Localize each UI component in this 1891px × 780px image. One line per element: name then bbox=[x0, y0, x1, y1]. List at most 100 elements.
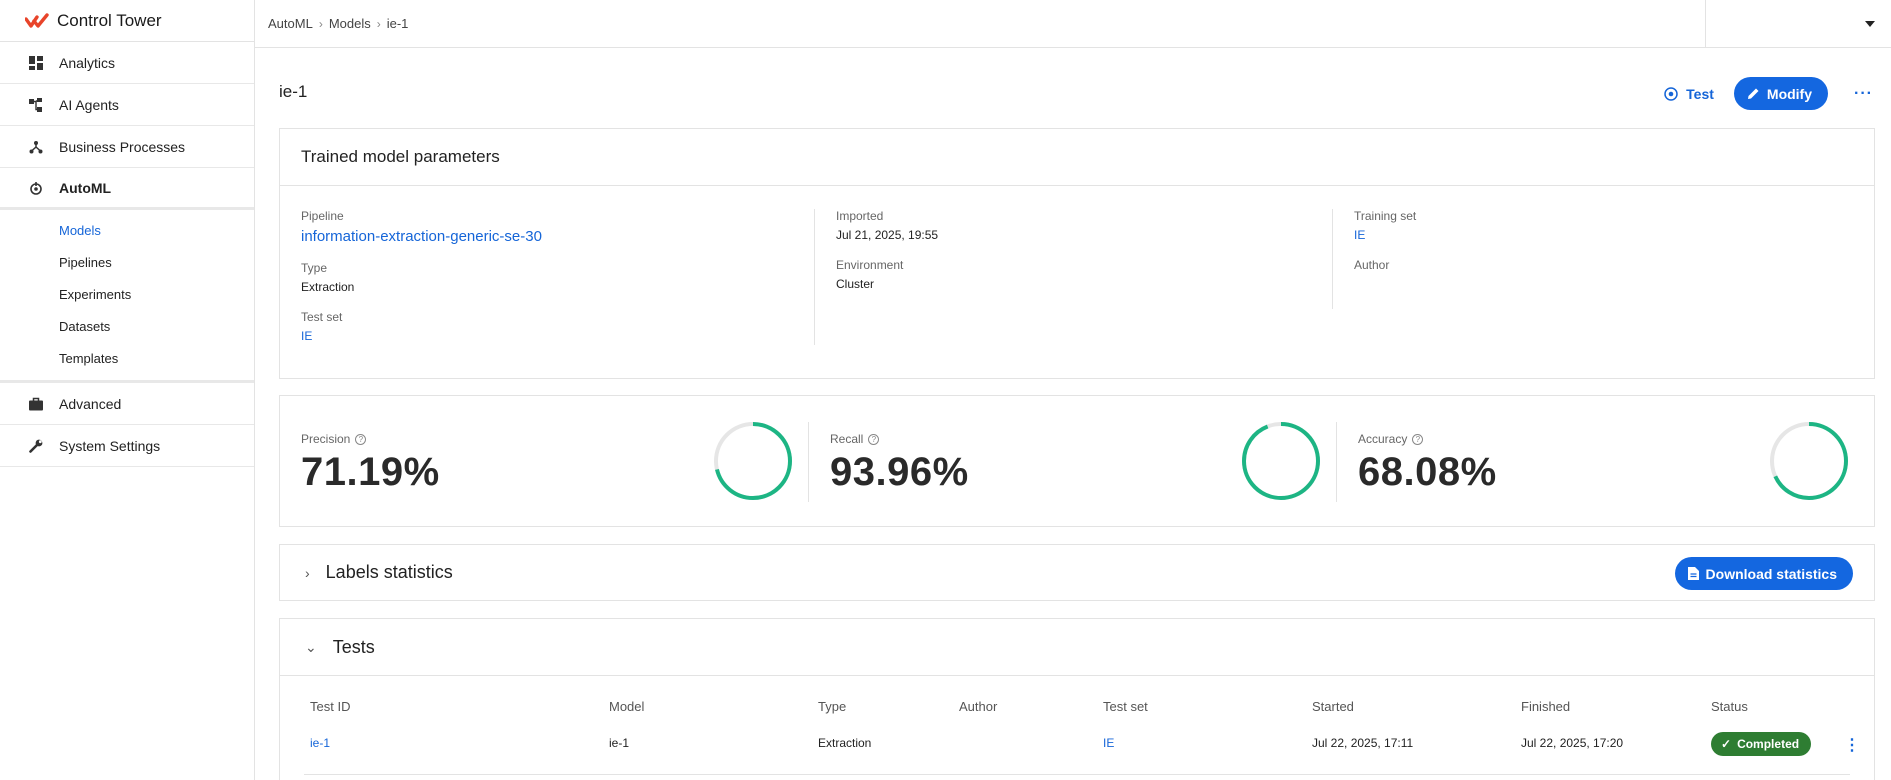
brand-name: Control Tower bbox=[57, 10, 162, 30]
subnav-item-models[interactable]: Models bbox=[0, 214, 254, 246]
play-circle-icon bbox=[1664, 86, 1678, 101]
test-set-link[interactable]: IE bbox=[1103, 736, 1114, 750]
imported-label: Imported bbox=[836, 209, 884, 223]
trainingset-label: Training set bbox=[1354, 209, 1417, 223]
pencil-icon bbox=[1747, 88, 1759, 99]
subnav-item-templates[interactable]: Templates bbox=[0, 342, 254, 374]
page-title: ie-1 bbox=[279, 82, 308, 101]
subnav-item-experiments[interactable]: Experiments bbox=[0, 278, 254, 310]
chevron-down-icon[interactable]: ⌄ bbox=[305, 639, 317, 656]
sidebar-item-label: System Settings bbox=[59, 437, 161, 454]
labels-statistics-title[interactable]: Labels statistics bbox=[326, 562, 453, 583]
pipeline-label: Pipeline bbox=[301, 209, 344, 223]
chevron-right-icon: › bbox=[376, 16, 381, 31]
sidebar-item-system-settings[interactable]: System Settings bbox=[0, 425, 254, 467]
testset-label: Test set bbox=[301, 310, 343, 324]
check-icon: ✓ bbox=[1721, 737, 1732, 751]
process-icon bbox=[28, 139, 44, 155]
sidebar-item-ai-agents[interactable]: AI Agents bbox=[0, 84, 254, 126]
sidebar-item-advanced[interactable]: Advanced bbox=[0, 383, 254, 425]
params-column-3: Training set IE Author bbox=[1333, 209, 1416, 345]
accuracy-metric: Accuracy? 68.08% bbox=[1336, 422, 1864, 502]
test-id-link[interactable]: ie-1 bbox=[310, 736, 330, 750]
card-title: Trained model parameters bbox=[280, 129, 1874, 186]
column-header[interactable]: Author bbox=[959, 699, 997, 714]
sidebar-item-label: Analytics bbox=[59, 54, 116, 71]
status-badge: ✓ Completed bbox=[1711, 732, 1812, 756]
recall-metric: Recall? 93.96% bbox=[808, 422, 1336, 502]
modify-button-label: Modify bbox=[1766, 85, 1813, 102]
params-column-2: Imported Jul 21, 2025, 19:55 Environment… bbox=[815, 209, 1333, 309]
table-row[interactable]: ie-1 ie-1 Extraction IE Jul 22, 2025, 17… bbox=[280, 732, 1874, 756]
account-dropdown[interactable] bbox=[1705, 0, 1891, 48]
trained-model-parameters-card: Trained model parameters Pipeline inform… bbox=[279, 128, 1875, 379]
automl-icon bbox=[28, 180, 44, 196]
recall-ring bbox=[1242, 422, 1320, 500]
sidebar-item-label: AutoML bbox=[59, 179, 112, 196]
row-menu-button[interactable]: ⋮ bbox=[1844, 735, 1860, 755]
download-statistics-label: Download statistics bbox=[1705, 565, 1837, 582]
modify-button[interactable]: Modify bbox=[1733, 77, 1829, 110]
precision-metric: Precision? 71.19% bbox=[280, 396, 808, 526]
sidebar: Control Tower Analytics AI Agents Busine… bbox=[0, 0, 255, 780]
help-icon[interactable]: ? bbox=[868, 433, 880, 445]
accuracy-label: Accuracy bbox=[1358, 432, 1408, 446]
column-header[interactable]: Type bbox=[818, 699, 846, 714]
breadcrumb-current: ie-1 bbox=[386, 16, 409, 31]
breadcrumb-models[interactable]: Models bbox=[329, 16, 371, 31]
tests-card: ⌄ Tests Test ID Model Type Author Test s… bbox=[279, 618, 1875, 780]
brand[interactable]: Control Tower bbox=[0, 0, 254, 42]
document-icon bbox=[1687, 567, 1699, 580]
precision-ring bbox=[714, 422, 792, 500]
test-button[interactable]: Test bbox=[1664, 86, 1714, 102]
dashboard-icon bbox=[28, 55, 44, 71]
pipeline-link[interactable]: information-extraction-generic-se-30 bbox=[301, 228, 814, 245]
chevron-right-icon[interactable]: › bbox=[305, 565, 310, 581]
sidebar-item-automl[interactable]: AutoML bbox=[0, 168, 254, 210]
chevron-right-icon: › bbox=[318, 16, 323, 31]
sidebar-item-label: AI Agents bbox=[59, 96, 119, 113]
status-label: Completed bbox=[1737, 737, 1800, 751]
sidebar-item-business-processes[interactable]: Business Processes bbox=[0, 126, 254, 168]
imported-value: Jul 21, 2025, 19:55 bbox=[836, 228, 939, 242]
test-button-label: Test bbox=[1686, 85, 1714, 102]
type-value: Extraction bbox=[301, 280, 355, 294]
model-cell: ie-1 bbox=[609, 736, 630, 750]
page-header: ie-1 Test Modify ··· bbox=[279, 77, 1891, 110]
sidebar-item-analytics[interactable]: Analytics bbox=[0, 42, 254, 84]
subnav-item-pipelines[interactable]: Pipelines bbox=[0, 246, 254, 278]
column-header[interactable]: Test set bbox=[1103, 699, 1148, 714]
ring-progress bbox=[1242, 422, 1320, 500]
started-cell: Jul 22, 2025, 17:11 bbox=[1312, 736, 1414, 750]
briefcase-icon bbox=[28, 396, 44, 412]
automl-subnav: Models Pipelines Experiments Datasets Te… bbox=[0, 210, 254, 383]
caret-down-icon bbox=[1865, 21, 1875, 27]
precision-value: 71.19% bbox=[301, 450, 440, 494]
column-header[interactable]: Model bbox=[609, 699, 644, 714]
type-label: Type bbox=[301, 261, 328, 275]
help-icon[interactable]: ? bbox=[355, 433, 367, 445]
breadcrumb: AutoML › Models › ie-1 bbox=[255, 16, 408, 31]
download-statistics-button[interactable]: Download statistics bbox=[1674, 557, 1853, 590]
author-label: Author bbox=[1354, 258, 1390, 272]
environment-value: Cluster bbox=[836, 277, 875, 291]
help-icon[interactable]: ? bbox=[1412, 433, 1424, 445]
sidebar-item-label: Business Processes bbox=[59, 138, 186, 155]
testset-link[interactable]: IE bbox=[301, 329, 814, 343]
logo-icon bbox=[25, 12, 49, 28]
divider bbox=[304, 774, 1850, 775]
more-options-button[interactable]: ··· bbox=[1854, 85, 1873, 103]
column-header[interactable]: Finished bbox=[1521, 699, 1570, 714]
tests-title[interactable]: Tests bbox=[333, 637, 375, 658]
top-bar: AutoML › Models › ie-1 bbox=[255, 0, 1891, 48]
wrench-icon bbox=[28, 438, 44, 454]
column-header[interactable]: Started bbox=[1312, 699, 1354, 714]
trainingset-link[interactable]: IE bbox=[1354, 228, 1416, 242]
recall-value: 93.96% bbox=[830, 450, 969, 494]
column-header[interactable]: Status bbox=[1711, 699, 1748, 714]
precision-label: Precision bbox=[301, 432, 351, 446]
breadcrumb-automl[interactable]: AutoML bbox=[268, 16, 313, 31]
metrics-card: Precision? 71.19% Recall? 93.96% Accurac… bbox=[279, 395, 1875, 527]
column-header[interactable]: Test ID bbox=[310, 699, 350, 714]
subnav-item-datasets[interactable]: Datasets bbox=[0, 310, 254, 342]
